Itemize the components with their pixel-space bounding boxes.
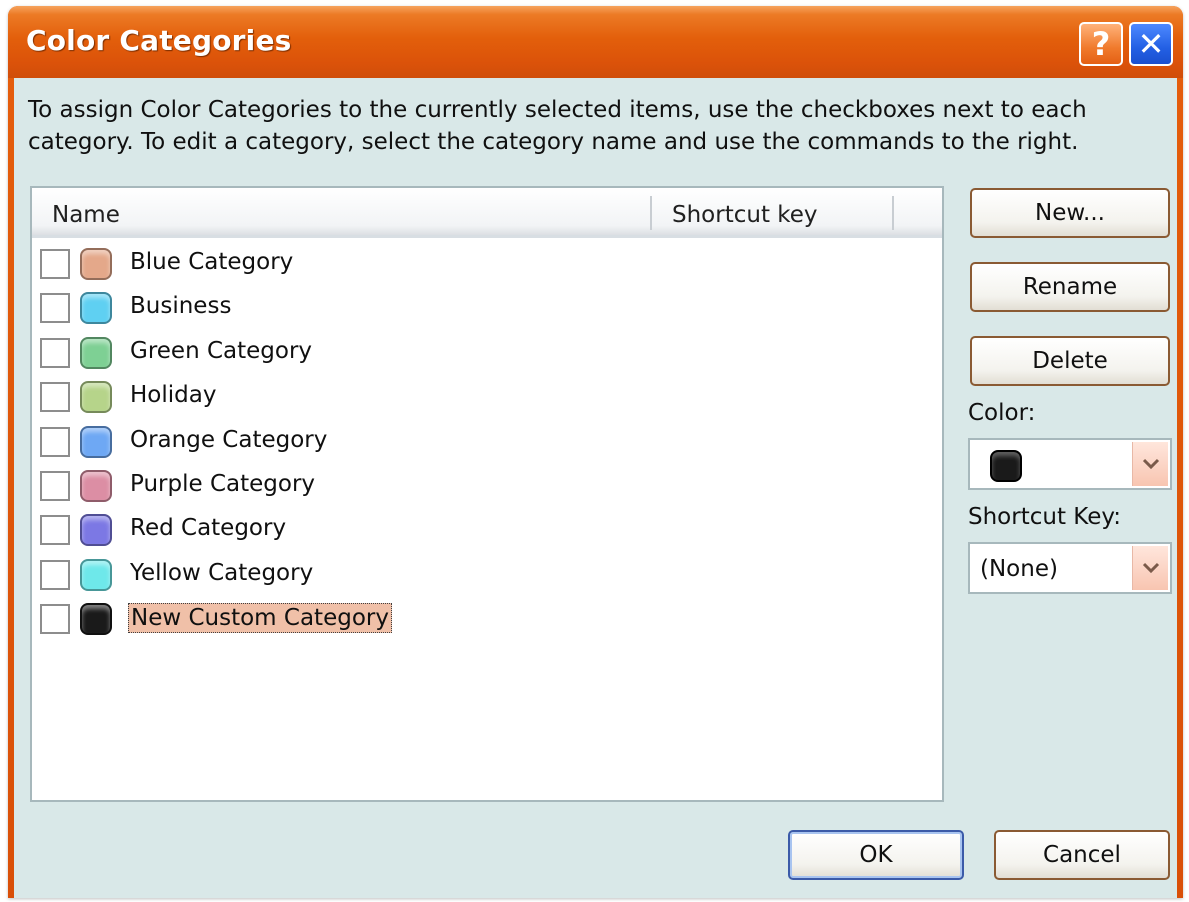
- category-label[interactable]: Blue Category: [128, 248, 295, 276]
- dialog-title: Color Categories: [26, 24, 292, 57]
- category-label[interactable]: Holiday: [128, 381, 218, 409]
- color-label: Color:: [968, 400, 1036, 426]
- ok-button[interactable]: OK: [788, 830, 964, 880]
- category-label[interactable]: Business: [128, 292, 233, 320]
- list-item[interactable]: Yellow Category: [32, 553, 942, 597]
- new-button[interactable]: New...: [970, 188, 1170, 238]
- list-item[interactable]: New Custom Category: [32, 597, 942, 641]
- column-header-name[interactable]: Name: [52, 202, 120, 228]
- category-checkbox[interactable]: [40, 559, 70, 590]
- help-icon: ?: [1091, 25, 1111, 63]
- category-label[interactable]: Yellow Category: [128, 559, 315, 587]
- category-checkbox[interactable]: [40, 515, 70, 546]
- color-categories-dialog: Color Categories ? ✕ To assign Color Cat…: [8, 6, 1183, 898]
- category-checkbox[interactable]: [40, 604, 70, 635]
- category-color-swatch: [80, 514, 112, 547]
- category-checkbox[interactable]: [40, 249, 70, 279]
- selected-color-swatch: [990, 450, 1022, 482]
- close-button[interactable]: ✕: [1129, 22, 1173, 66]
- category-color-swatch: [80, 381, 112, 414]
- category-color-swatch: [80, 469, 112, 502]
- category-color-swatch: [80, 292, 112, 325]
- chevron-down-icon[interactable]: [1132, 546, 1168, 590]
- list-item[interactable]: Holiday: [32, 375, 942, 419]
- cancel-button[interactable]: Cancel: [994, 830, 1170, 880]
- category-checkbox[interactable]: [40, 337, 70, 368]
- list-item[interactable]: Purple Category: [32, 464, 942, 508]
- category-label[interactable]: New Custom Category: [128, 603, 392, 634]
- category-label[interactable]: Green Category: [128, 337, 314, 365]
- category-label[interactable]: Orange Category: [128, 426, 329, 454]
- dialog-body: To assign Color Categories to the curren…: [14, 78, 1177, 898]
- list-item[interactable]: Blue Category: [32, 242, 942, 286]
- category-rows: Blue Category Business Green Category Holid…: [32, 242, 942, 642]
- help-button[interactable]: ?: [1079, 22, 1123, 66]
- color-dropdown[interactable]: [968, 438, 1172, 490]
- column-divider[interactable]: [650, 196, 652, 230]
- category-label[interactable]: Purple Category: [128, 470, 317, 498]
- delete-button[interactable]: Delete: [970, 336, 1170, 386]
- category-list[interactable]: Name Shortcut key Blue Category Business G…: [30, 186, 944, 802]
- category-checkbox[interactable]: [40, 293, 70, 324]
- category-color-swatch: [80, 425, 112, 458]
- category-color-swatch: [80, 248, 112, 280]
- column-divider[interactable]: [892, 196, 894, 230]
- list-item[interactable]: Orange Category: [32, 420, 942, 464]
- category-color-swatch: [80, 336, 112, 369]
- category-color-swatch: [80, 558, 112, 591]
- chevron-down-icon[interactable]: [1132, 442, 1168, 486]
- category-checkbox[interactable]: [40, 426, 70, 457]
- list-item[interactable]: Green Category: [32, 331, 942, 375]
- shortcut-key-dropdown[interactable]: (None): [968, 542, 1172, 594]
- title-bar[interactable]: Color Categories ? ✕: [8, 6, 1183, 78]
- close-icon: ✕: [1137, 25, 1165, 63]
- instructions-text: To assign Color Categories to the curren…: [28, 97, 1087, 155]
- category-color-swatch: [80, 603, 112, 636]
- list-item[interactable]: Red Category: [32, 508, 942, 552]
- list-item[interactable]: Business: [32, 286, 942, 330]
- category-label[interactable]: Red Category: [128, 514, 288, 542]
- category-checkbox[interactable]: [40, 470, 70, 501]
- shortcut-key-label: Shortcut Key:: [968, 504, 1122, 530]
- list-header: Name Shortcut key: [32, 188, 942, 238]
- shortcut-key-value: (None): [980, 556, 1058, 582]
- category-checkbox[interactable]: [40, 382, 70, 413]
- rename-button[interactable]: Rename: [970, 262, 1170, 312]
- column-header-shortcut-key[interactable]: Shortcut key: [672, 202, 818, 228]
